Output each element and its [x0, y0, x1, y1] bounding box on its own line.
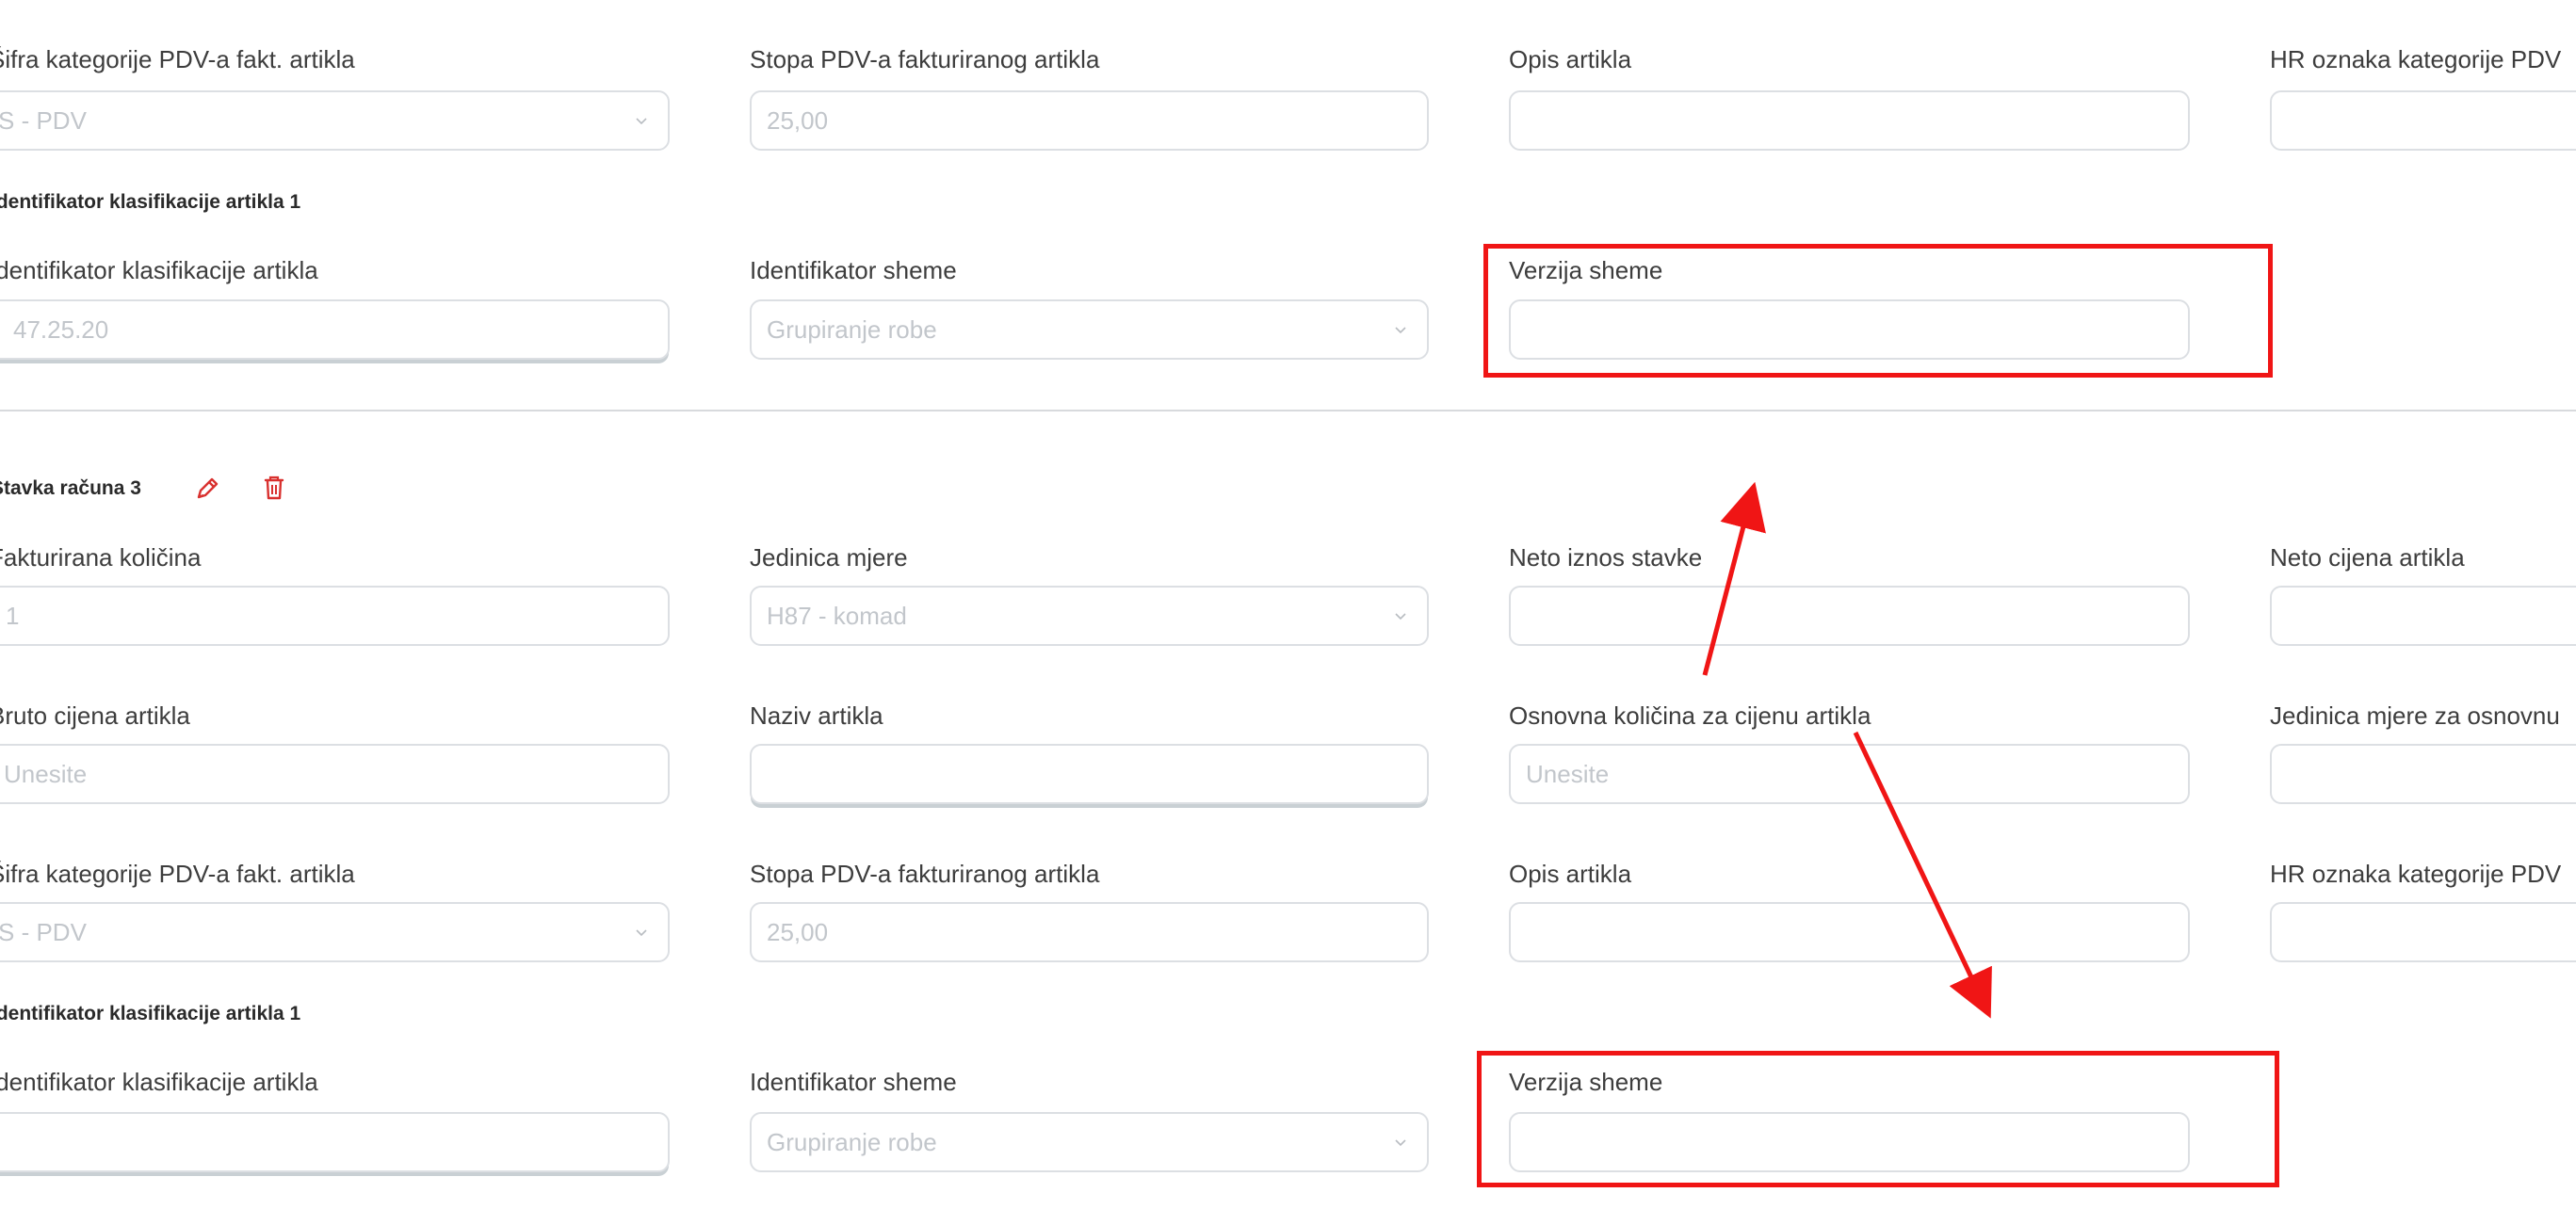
arrow-down [1853, 731, 1992, 1019]
arrow-up [1702, 481, 1766, 676]
annotation-arrows [1702, 481, 1992, 1019]
